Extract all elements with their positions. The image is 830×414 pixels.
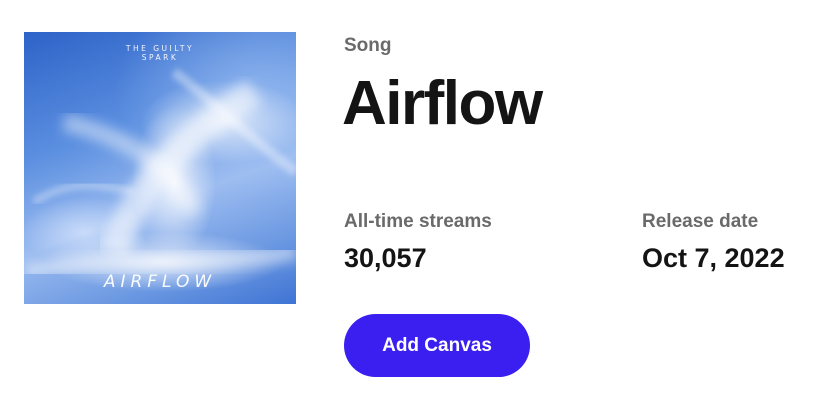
cloud-art — [24, 68, 296, 280]
add-canvas-button[interactable]: Add Canvas — [344, 314, 530, 377]
song-title: Airflow — [342, 69, 543, 138]
item-type-label: Song — [344, 35, 392, 56]
album-cover: THE GUILTY SPARK AIRFLOW — [24, 32, 296, 304]
streams-value: 30,057 — [344, 243, 427, 273]
song-header: THE GUILTY SPARK AIRFLOW Song Airflow Al… — [0, 0, 830, 414]
streams-label: All-time streams — [344, 211, 492, 232]
cover-title-text: AIRFLOW — [103, 272, 217, 292]
cover-artist-text: THE GUILTY SPARK — [125, 44, 195, 62]
release-date-value: Oct 7, 2022 — [642, 243, 785, 273]
release-date-label: Release date — [642, 211, 759, 232]
